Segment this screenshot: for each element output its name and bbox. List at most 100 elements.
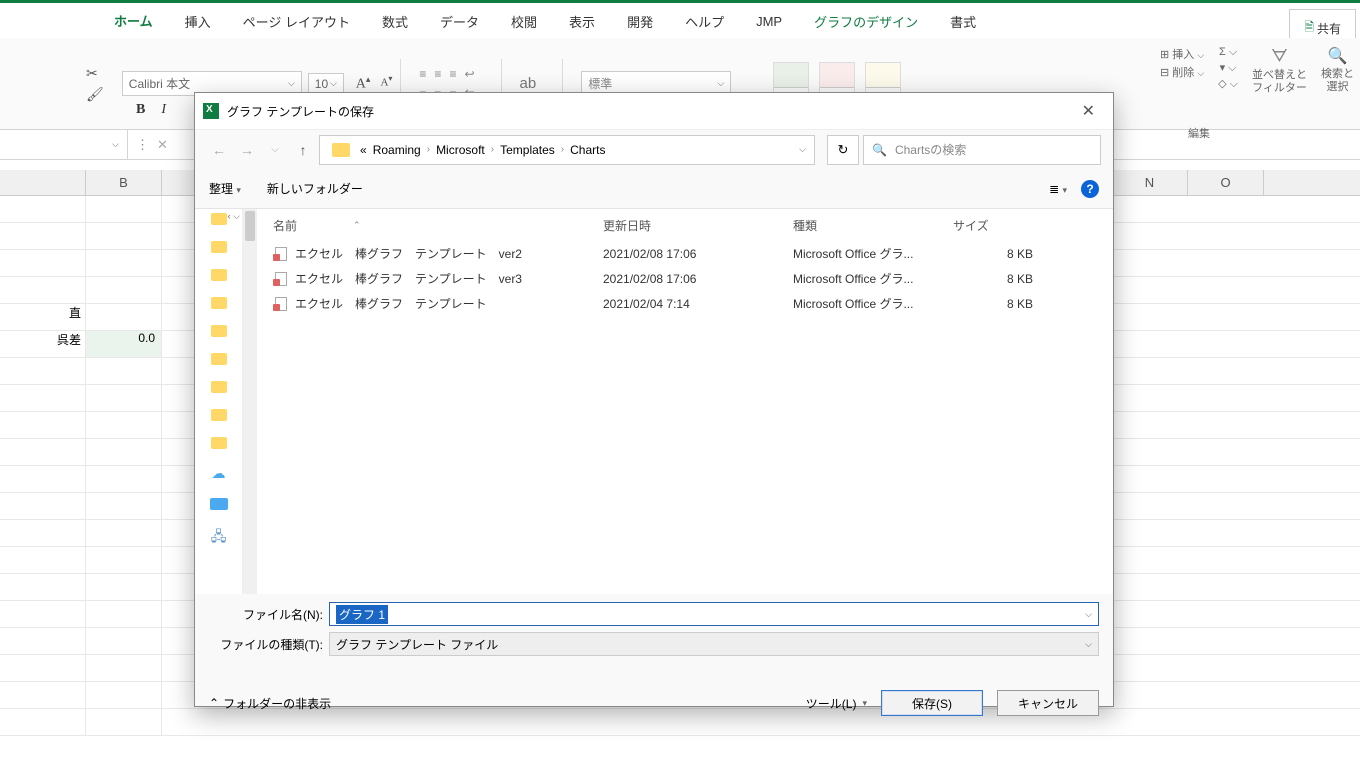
nav-folder-icon[interactable] (211, 381, 227, 393)
thispc-icon[interactable] (210, 498, 228, 510)
filename-input[interactable]: グラフ 1 ⌵ (329, 602, 1099, 626)
filetype-dropdown-icon[interactable]: ⌵ (1085, 639, 1092, 650)
row-label-2: 呉差 (0, 331, 86, 357)
nav-folder-icon[interactable] (211, 353, 227, 365)
tab-format[interactable]: 書式 (936, 4, 990, 39)
onedrive-icon[interactable]: ☁ (212, 465, 226, 482)
nav-folder-icon[interactable] (211, 409, 227, 421)
fill-icon[interactable]: ▾ ⌵ (1220, 61, 1237, 75)
format-painter-icon[interactable]: 🖌 (86, 86, 104, 103)
find-select-button[interactable]: 🔍 検索と 選択 (1321, 46, 1354, 94)
tab-home[interactable]: ホーム (100, 3, 167, 40)
sort-filter-button[interactable]: ᗊ 並べ替えと フィルター (1252, 46, 1307, 95)
breadcrumb-1[interactable]: Microsoft (436, 143, 485, 157)
network-icon[interactable]: 🖧 (211, 526, 227, 550)
tab-jmp[interactable]: JMP (742, 6, 796, 37)
list-item[interactable]: エクセル 棒グラフ テンプレート ver2 2021/02/08 17:06 M… (243, 241, 1113, 266)
nav-chevron-icon[interactable]: ‹ ⌵ (228, 211, 240, 222)
close-icon[interactable]: ✕ (1074, 99, 1103, 123)
sort-icon[interactable]: ⌃ (353, 220, 361, 231)
fx-cancel-icon[interactable]: ✕ (157, 137, 168, 153)
fx-sep-icon: ⋮ (136, 137, 149, 153)
bold-button[interactable]: B (136, 102, 145, 118)
col-name[interactable]: 名前⌃ (273, 217, 603, 234)
chart-template-icon (273, 297, 287, 311)
tab-insert[interactable]: 挿入 (171, 4, 225, 39)
search-input[interactable]: 🔍 Chartsの検索 (863, 135, 1101, 165)
new-folder-button[interactable]: 新しいフォルダー (267, 180, 363, 197)
name-box[interactable]: ⌵ (0, 130, 128, 159)
col-size[interactable]: サイズ (953, 217, 1043, 234)
cut-icon[interactable]: ✂ (86, 65, 104, 82)
cancel-button[interactable]: キャンセル (997, 690, 1099, 716)
nav-folder-icon[interactable] (211, 213, 227, 225)
orientation-icon[interactable]: ab (520, 75, 537, 92)
wrap-text-icon[interactable]: ↩ (464, 67, 474, 81)
breadcrumb-3[interactable]: Charts (570, 143, 605, 157)
row-label-1: 直 (0, 304, 86, 330)
autosum-icon[interactable]: Σ ⌵ (1219, 46, 1237, 59)
breadcrumb-2[interactable]: Templates (500, 143, 555, 157)
help-icon[interactable]: ? (1081, 180, 1099, 198)
col-header-B[interactable]: B (86, 170, 162, 195)
cell-value[interactable]: 0.0 (86, 331, 162, 357)
nav-folder-icon[interactable] (211, 325, 227, 337)
col-type[interactable]: 種類 (793, 217, 953, 234)
hide-folders-toggle[interactable]: ⌃ フォルダーの非表示 (209, 695, 331, 712)
tab-help[interactable]: ヘルプ (671, 4, 738, 39)
cells-delete[interactable]: ⊟ 削除 ⌵ (1160, 64, 1204, 80)
breadcrumb-prefix: « (360, 143, 367, 157)
chevron-up-icon: ⌃ (209, 696, 219, 710)
tools-dropdown[interactable]: ツール(L)▾ (806, 695, 867, 712)
align-bottom-icon[interactable]: ≡ (449, 67, 456, 81)
nav-folder-icon[interactable] (211, 297, 227, 309)
breadcrumb-dropdown-icon[interactable]: ⌵ (799, 144, 806, 155)
filetype-select[interactable]: グラフ テンプレート ファイル ⌵ (329, 632, 1099, 656)
clear-icon[interactable]: ◇ ⌵ (1218, 77, 1238, 91)
cells-insert[interactable]: ⊞ 挿入 ⌵ (1160, 46, 1204, 62)
col-header-N[interactable]: N (1112, 170, 1188, 195)
filename-dropdown-icon[interactable]: ⌵ (1085, 609, 1092, 620)
tab-formulas[interactable]: 数式 (368, 4, 422, 39)
decrease-font-icon[interactable]: A▾ (380, 74, 392, 93)
breadcrumb-0[interactable]: Roaming (373, 143, 421, 157)
refresh-button[interactable]: ↻ (827, 135, 859, 165)
search-icon: 🔍 (872, 143, 887, 157)
list-item[interactable]: エクセル 棒グラフ テンプレート ver3 2021/02/08 17:06 M… (243, 266, 1113, 291)
recent-chevron-icon[interactable]: ⌵ (263, 144, 287, 155)
forward-icon[interactable]: → (235, 142, 259, 158)
organize-dropdown[interactable]: 整理 ▾ (209, 180, 241, 197)
nav-folder-icon[interactable] (211, 241, 227, 253)
italic-button[interactable]: I (161, 102, 166, 118)
file-list: 名前⌃ 更新日時 種類 サイズ エクセル 棒グラフ テンプレート ver2 20… (243, 209, 1113, 594)
tab-view[interactable]: 表示 (555, 4, 609, 39)
search-placeholder: Chartsの検索 (895, 141, 966, 158)
tab-chartdesign[interactable]: グラフのデザイン (800, 4, 932, 39)
up-icon[interactable]: ↑ (291, 142, 315, 158)
nav-folder-icon[interactable] (211, 437, 227, 449)
list-item[interactable]: エクセル 棒グラフ テンプレート 2021/02/04 7:14 Microso… (243, 291, 1113, 316)
view-options-icon[interactable]: ≣ ▾ (1049, 182, 1067, 196)
tab-pagelayout[interactable]: ページ レイアウト (229, 4, 364, 39)
increase-font-icon[interactable]: A▴ (356, 74, 371, 93)
excel-icon (203, 103, 219, 119)
scrollbar[interactable] (243, 209, 257, 594)
col-date[interactable]: 更新日時 (603, 217, 793, 234)
nav-pane[interactable]: ‹ ⌵ ☁ 🖧 (195, 209, 243, 594)
tab-developer[interactable]: 開発 (613, 4, 667, 39)
align-middle-icon[interactable]: ≡ (434, 67, 441, 81)
save-template-dialog: グラフ テンプレートの保存 ✕ ← → ⌵ ↑ « Roaming› Micro… (194, 92, 1114, 707)
align-top-icon[interactable]: ≡ (419, 67, 426, 81)
breadcrumb[interactable]: « Roaming› Microsoft› Templates› Charts … (319, 135, 815, 165)
list-headers: 名前⌃ 更新日時 種類 サイズ (243, 209, 1113, 241)
nav-folder-icon[interactable] (211, 269, 227, 281)
filename-label: ファイル名(N): (209, 606, 329, 623)
chart-template-icon (273, 272, 287, 286)
tab-review[interactable]: 校閲 (497, 4, 551, 39)
tab-data[interactable]: データ (426, 4, 493, 39)
dialog-titlebar: グラフ テンプレートの保存 ✕ (195, 93, 1113, 129)
col-header-O[interactable]: O (1188, 170, 1264, 195)
filename-value: グラフ 1 (336, 605, 388, 624)
save-button[interactable]: 保存(S) (881, 690, 983, 716)
back-icon[interactable]: ← (207, 142, 231, 158)
